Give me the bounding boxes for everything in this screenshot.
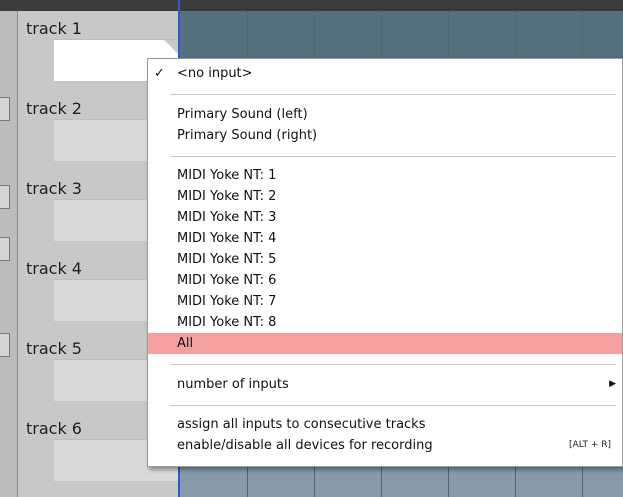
top-toolbar-strip xyxy=(0,0,623,11)
menu-item-midi-yoke-8[interactable]: MIDI Yoke NT: 8 xyxy=(148,312,622,333)
track-name[interactable]: track 4 xyxy=(26,259,82,278)
menu-item-label: <no input> xyxy=(177,66,253,81)
track-name[interactable]: track 2 xyxy=(26,99,82,118)
menu-item-assign-consecutive[interactable]: assign all inputs to consecutive tracks xyxy=(148,414,622,435)
menu-item-midi-yoke-3[interactable]: MIDI Yoke NT: 3 xyxy=(148,207,622,228)
menu-separator xyxy=(170,94,616,95)
menu-item-midi-yoke-6[interactable]: MIDI Yoke NT: 6 xyxy=(148,270,622,291)
menu-separator xyxy=(170,405,616,406)
input-selection-menu: ✓ <no input> Primary Sound (left) Primar… xyxy=(147,58,623,467)
keyboard-shortcut: [ALT + R] xyxy=(569,440,611,450)
track-name[interactable]: track 3 xyxy=(26,179,82,198)
menu-item-no-input[interactable]: ✓ <no input> xyxy=(148,63,622,84)
menu-item-number-of-inputs[interactable]: number of inputs ▶ xyxy=(148,374,622,395)
menu-item-primary-left[interactable]: Primary Sound (left) xyxy=(148,104,622,125)
panel-stub[interactable] xyxy=(0,333,10,357)
panel-stub[interactable] xyxy=(0,97,10,121)
menu-item-label: number of inputs xyxy=(177,377,289,392)
checkmark-icon: ✓ xyxy=(154,66,165,81)
track-name[interactable]: track 1 xyxy=(26,19,82,38)
menu-separator xyxy=(170,156,616,157)
left-panel-strip xyxy=(0,11,18,497)
menu-item-midi-yoke-2[interactable]: MIDI Yoke NT: 2 xyxy=(148,186,622,207)
menu-item-all[interactable]: All xyxy=(148,333,622,354)
menu-item-midi-yoke-4[interactable]: MIDI Yoke NT: 4 xyxy=(148,228,622,249)
menu-item-primary-right[interactable]: Primary Sound (right) xyxy=(148,125,622,146)
submenu-arrow-icon: ▶ xyxy=(609,379,616,389)
menu-item-midi-yoke-1[interactable]: MIDI Yoke NT: 1 xyxy=(148,165,622,186)
menu-item-midi-yoke-5[interactable]: MIDI Yoke NT: 5 xyxy=(148,249,622,270)
menu-item-enable-disable-recording[interactable]: enable/disable all devices for recording… xyxy=(148,435,622,456)
panel-stub[interactable] xyxy=(0,237,10,261)
track-name[interactable]: track 5 xyxy=(26,339,82,358)
menu-item-midi-yoke-7[interactable]: MIDI Yoke NT: 7 xyxy=(148,291,622,312)
track-name[interactable]: track 6 xyxy=(26,419,82,438)
menu-separator xyxy=(170,364,616,365)
menu-item-label: enable/disable all devices for recording xyxy=(177,438,433,453)
panel-stub[interactable] xyxy=(0,185,10,209)
